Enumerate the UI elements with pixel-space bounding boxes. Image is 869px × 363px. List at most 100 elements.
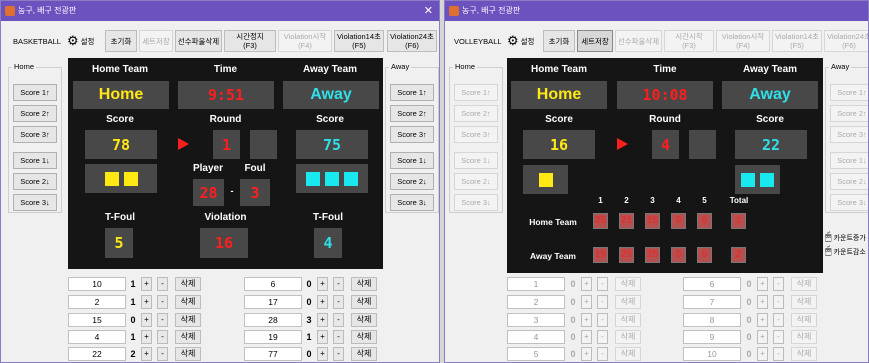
time-start-button[interactable]: 시간시작 (F3) bbox=[664, 30, 714, 52]
foul-minus-button[interactable]: - bbox=[773, 313, 784, 327]
delete-player-button[interactable]: 삭제 bbox=[615, 277, 641, 291]
away-player-number[interactable]: 9 bbox=[683, 330, 741, 344]
foul-plus-button[interactable]: + bbox=[757, 347, 768, 361]
home-score-3-down[interactable]: Score 3↓ bbox=[454, 194, 498, 211]
foul-plus-button[interactable]: + bbox=[581, 277, 592, 291]
home-score-2-up[interactable]: Score 2↑ bbox=[454, 105, 498, 122]
home-score-3-up[interactable]: Score 3↑ bbox=[13, 126, 57, 143]
delete-player-button[interactable]: 삭제 bbox=[175, 295, 201, 309]
home-player-number[interactable]: 22 bbox=[68, 347, 126, 361]
away-player-number[interactable]: 28 bbox=[244, 313, 302, 327]
foul-minus-button[interactable]: - bbox=[333, 347, 344, 361]
foul-plus-button[interactable]: + bbox=[141, 313, 152, 327]
time-stop-button[interactable]: 시간정지 (F3) bbox=[224, 30, 276, 52]
home-score-1-up[interactable]: Score 1↑ bbox=[454, 84, 498, 101]
violation14-button[interactable]: Violation14초 (F5) bbox=[334, 30, 384, 52]
violation-start-button[interactable]: Violation시작 (F4) bbox=[716, 30, 770, 52]
foul-plus-button[interactable]: + bbox=[581, 330, 592, 344]
foul-minus-button[interactable]: - bbox=[597, 313, 608, 327]
foul-plus-button[interactable]: + bbox=[141, 330, 152, 344]
delete-player-button[interactable]: 삭제 bbox=[351, 295, 377, 309]
delete-player-button[interactable]: 삭제 bbox=[175, 347, 201, 361]
home-player-number[interactable]: 4 bbox=[507, 330, 565, 344]
save-set-button[interactable]: 세트저장 bbox=[139, 30, 173, 52]
close-icon[interactable]: ✕ bbox=[424, 1, 433, 21]
home-player-number[interactable]: 15 bbox=[68, 313, 126, 327]
away-score-1-up[interactable]: Score 1↑ bbox=[390, 84, 434, 101]
foul-minus-button[interactable]: - bbox=[333, 295, 344, 309]
away-score-2-up[interactable]: Score 2↑ bbox=[830, 105, 868, 122]
home-score-3-down[interactable]: Score 3↓ bbox=[13, 194, 57, 211]
home-player-number[interactable]: 2 bbox=[507, 295, 565, 309]
home-score-1-down[interactable]: Score 1↓ bbox=[454, 152, 498, 169]
violation24-button[interactable]: Violation24초 (F6) bbox=[387, 30, 437, 52]
home-player-number[interactable]: 3 bbox=[507, 313, 565, 327]
reset-button[interactable]: 초기화 bbox=[105, 30, 137, 52]
home-score-2-up[interactable]: Score 2↑ bbox=[13, 105, 57, 122]
foul-plus-button[interactable]: + bbox=[757, 277, 768, 291]
away-score-1-down[interactable]: Score 1↓ bbox=[830, 152, 868, 169]
foul-minus-button[interactable]: - bbox=[597, 295, 608, 309]
counter-down-option[interactable]: 🖱 카운트감소 bbox=[825, 245, 866, 258]
foul-minus-button[interactable]: - bbox=[597, 277, 608, 291]
delete-player-fouls-button[interactable]: 선수파울삭제 bbox=[615, 30, 662, 52]
delete-player-button[interactable]: 삭제 bbox=[615, 313, 641, 327]
delete-player-button[interactable]: 삭제 bbox=[175, 277, 201, 291]
delete-player-fouls-button[interactable]: 선수파울삭제 bbox=[175, 30, 222, 52]
delete-player-button[interactable]: 삭제 bbox=[615, 330, 641, 344]
home-score-3-up[interactable]: Score 3↑ bbox=[454, 126, 498, 143]
counter-up-option[interactable]: 🖱 카운트증가 bbox=[825, 231, 866, 244]
settings-button[interactable]: ⚙ 설정 bbox=[507, 30, 534, 52]
away-score-1-down[interactable]: Score 1↓ bbox=[390, 152, 434, 169]
home-player-number[interactable]: 10 bbox=[68, 277, 126, 291]
home-score-1-up[interactable]: Score 1↑ bbox=[13, 84, 57, 101]
foul-plus-button[interactable]: + bbox=[757, 295, 768, 309]
home-player-number[interactable]: 1 bbox=[507, 277, 565, 291]
home-score-2-down[interactable]: Score 2↓ bbox=[13, 173, 57, 190]
delete-player-button[interactable]: 삭제 bbox=[175, 313, 201, 327]
delete-player-button[interactable]: 삭제 bbox=[615, 347, 641, 361]
foul-minus-button[interactable]: - bbox=[773, 277, 784, 291]
away-score-1-up[interactable]: Score 1↑ bbox=[830, 84, 868, 101]
foul-plus-button[interactable]: + bbox=[317, 313, 328, 327]
foul-plus-button[interactable]: + bbox=[581, 313, 592, 327]
foul-minus-button[interactable]: - bbox=[157, 313, 168, 327]
away-player-number[interactable]: 77 bbox=[244, 347, 302, 361]
away-score-3-up[interactable]: Score 3↑ bbox=[390, 126, 434, 143]
home-player-number[interactable]: 2 bbox=[68, 295, 126, 309]
foul-minus-button[interactable]: - bbox=[333, 277, 344, 291]
delete-player-button[interactable]: 삭제 bbox=[615, 295, 641, 309]
away-score-2-down[interactable]: Score 2↓ bbox=[830, 173, 868, 190]
foul-plus-button[interactable]: + bbox=[581, 295, 592, 309]
delete-player-button[interactable]: 삭제 bbox=[351, 347, 377, 361]
foul-minus-button[interactable]: - bbox=[597, 330, 608, 344]
foul-plus-button[interactable]: + bbox=[317, 277, 328, 291]
foul-plus-button[interactable]: + bbox=[317, 330, 328, 344]
foul-minus-button[interactable]: - bbox=[333, 313, 344, 327]
foul-plus-button[interactable]: + bbox=[141, 347, 152, 361]
foul-minus-button[interactable]: - bbox=[157, 295, 168, 309]
away-player-number[interactable]: 10 bbox=[683, 347, 741, 361]
violation24-button[interactable]: Violation24초 (F6) bbox=[824, 30, 868, 52]
away-player-number[interactable]: 19 bbox=[244, 330, 302, 344]
foul-plus-button[interactable]: + bbox=[317, 347, 328, 361]
foul-plus-button[interactable]: + bbox=[141, 277, 152, 291]
away-player-number[interactable]: 8 bbox=[683, 313, 741, 327]
away-score-3-up[interactable]: Score 3↑ bbox=[830, 126, 868, 143]
delete-player-button[interactable]: 삭제 bbox=[351, 313, 377, 327]
settings-button[interactable]: ⚙ 설정 bbox=[67, 30, 94, 52]
reset-button[interactable]: 초기화 bbox=[543, 30, 575, 52]
home-score-1-down[interactable]: Score 1↓ bbox=[13, 152, 57, 169]
foul-minus-button[interactable]: - bbox=[157, 277, 168, 291]
away-player-number[interactable]: 7 bbox=[683, 295, 741, 309]
foul-minus-button[interactable]: - bbox=[773, 295, 784, 309]
home-score-2-down[interactable]: Score 2↓ bbox=[454, 173, 498, 190]
delete-player-button[interactable]: 삭제 bbox=[791, 295, 817, 309]
away-score-3-down[interactable]: Score 3↓ bbox=[830, 194, 868, 211]
away-player-number[interactable]: 6 bbox=[244, 277, 302, 291]
delete-player-button[interactable]: 삭제 bbox=[791, 313, 817, 327]
foul-minus-button[interactable]: - bbox=[773, 347, 784, 361]
violation14-button[interactable]: Violation14초 (F5) bbox=[772, 30, 822, 52]
foul-plus-button[interactable]: + bbox=[317, 295, 328, 309]
foul-plus-button[interactable]: + bbox=[581, 347, 592, 361]
